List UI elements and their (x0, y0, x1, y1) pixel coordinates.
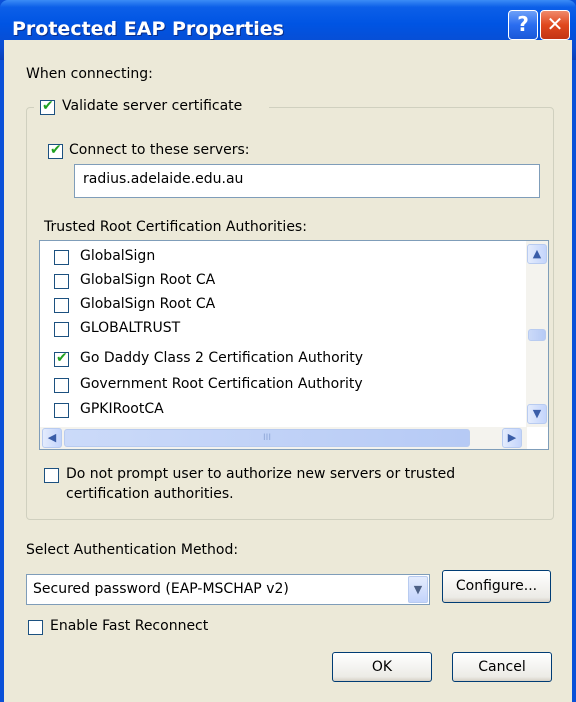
vertical-scroll-thumb[interactable] (528, 329, 546, 341)
close-button[interactable]: ✕ (540, 10, 570, 40)
ca-label: Government Root Certification Authority (80, 376, 363, 392)
ca-checkbox[interactable] (54, 274, 69, 289)
chevron-up-icon: ▲ (532, 247, 542, 260)
fast-reconnect-label: Enable Fast Reconnect (50, 618, 209, 634)
dialog-window: Protected EAP Properties ? ✕ When connec… (0, 0, 576, 702)
ok-button[interactable]: OK (332, 652, 432, 682)
cancel-button[interactable]: Cancel (452, 652, 552, 682)
configure-button[interactable]: Configure... (442, 570, 551, 603)
scroll-left-button[interactable]: ◀ (42, 428, 62, 448)
auth-method-select[interactable]: Secured password (EAP-MSCHAP v2) ▼ (26, 574, 430, 605)
ca-checkbox[interactable] (54, 298, 69, 313)
do-not-prompt-checkbox[interactable] (44, 468, 59, 483)
auth-method-label: Select Authentication Method: (26, 542, 239, 558)
check-icon: ✔ (56, 350, 68, 366)
connect-servers-label: Connect to these servers: (69, 142, 250, 158)
ca-label: GlobalSign Root CA (80, 272, 216, 288)
do-not-prompt-label: Do not prompt user to authorize new serv… (66, 466, 456, 482)
ca-checkbox[interactable] (54, 250, 69, 265)
grip-icon: III (263, 433, 271, 443)
servers-input[interactable]: radius.adelaide.edu.au (74, 164, 540, 198)
ca-checkbox[interactable] (54, 403, 69, 418)
horizontal-scroll-thumb[interactable]: III (64, 429, 470, 447)
fast-reconnect-checkbox[interactable] (28, 620, 43, 635)
ca-label: GlobalSign Root CA (80, 296, 216, 312)
horizontal-scrollbar[interactable]: ◀ III ▶ (40, 427, 527, 449)
ca-checkbox[interactable] (54, 378, 69, 393)
chevron-down-icon[interactable]: ▼ (408, 576, 428, 603)
ca-label: GLOBALTRUST (80, 320, 181, 336)
chevron-right-icon: ▶ (507, 431, 517, 444)
scroll-up-button[interactable]: ▲ (527, 244, 547, 264)
connect-servers-checkbox[interactable]: ✔ (48, 142, 63, 159)
help-icon: ? (517, 12, 529, 36)
chevron-left-icon: ◀ (47, 431, 57, 444)
check-icon: ✔ (42, 98, 54, 114)
do-not-prompt-label-line2: certification authorities. (66, 486, 234, 502)
check-icon: ✔ (50, 142, 62, 158)
validate-cert-option[interactable]: ✔ Validate server certificate (34, 96, 269, 120)
validate-cert-checkbox[interactable]: ✔ (40, 98, 55, 115)
validate-cert-label: Validate server certificate (62, 98, 243, 114)
chevron-down-icon: ▼ (532, 407, 542, 420)
help-button[interactable]: ? (508, 10, 538, 40)
auth-method-value: Secured password (EAP-MSCHAP v2) (33, 581, 289, 597)
trusted-ca-label: Trusted Root Certification Authorities: (44, 219, 307, 235)
ca-label: GPKIRootCA (80, 401, 164, 417)
ca-label: Go Daddy Class 2 Certification Authority (80, 350, 364, 366)
close-icon: ✕ (546, 12, 564, 36)
dialog-body: When connecting: ✔ Validate server certi… (4, 40, 572, 702)
ca-checkbox[interactable] (54, 322, 69, 337)
scroll-right-button[interactable]: ▶ (502, 428, 522, 448)
when-connecting-label: When connecting: (26, 66, 153, 82)
scroll-down-button[interactable]: ▼ (527, 404, 547, 424)
ca-label: GlobalSign (80, 248, 156, 264)
dialog-title: Protected EAP Properties (12, 18, 284, 40)
trusted-ca-list[interactable]: GlobalSign GlobalSign Root CA GlobalSign… (39, 240, 549, 450)
ca-checkbox[interactable]: ✔ (54, 350, 69, 367)
do-not-prompt-option[interactable]: Do not prompt user to authorize new serv… (44, 464, 524, 508)
fast-reconnect-option[interactable]: Enable Fast Reconnect (28, 616, 228, 640)
connect-servers-option[interactable]: ✔ Connect to these servers: (48, 140, 278, 164)
vertical-scrollbar[interactable]: ▲ ▼ (526, 241, 548, 427)
